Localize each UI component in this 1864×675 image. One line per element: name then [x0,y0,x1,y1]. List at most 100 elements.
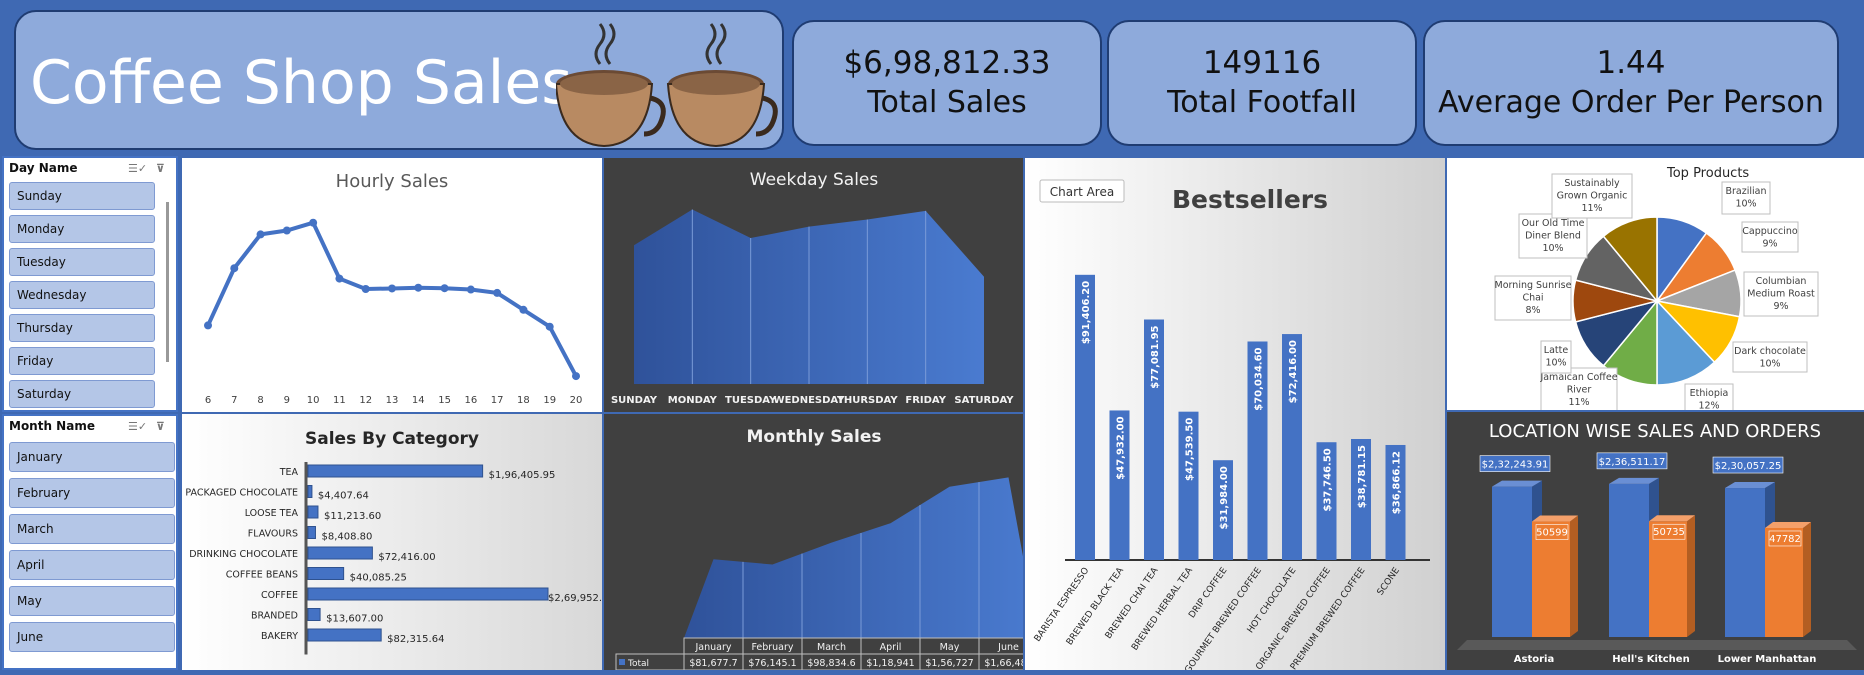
pie-data-label: 8% [1525,305,1540,316]
dashboard-title: Coffee Shop Sales [30,48,573,118]
data-point [230,264,239,273]
day-slicer-item-sunday[interactable]: Sunday [9,182,155,210]
day-slicer-item-thursday[interactable]: Thursday [9,314,155,342]
clear-filter-icon[interactable]: ⊽ [156,420,165,433]
x-tick-label: WEDNESDAY [774,395,846,406]
day-slicer-item-monday[interactable]: Monday [9,215,155,243]
data-label: $91,406.20 [1081,281,1092,344]
category-label: DRINKING CHOCOLATE [189,549,298,560]
data-point [572,372,580,381]
category-label: LOOSE TEA [245,508,299,519]
data-label: $47,932.00 [1116,416,1127,479]
pie-data-label: River [1567,385,1592,396]
kpi-value: 1.44 [1596,45,1666,81]
category-label: COFFEE BEANS [226,570,298,581]
orders-data-label: 47782 [1769,534,1801,545]
pie-data-label: Brazilian [1726,186,1767,197]
sales-data-label: $2,30,057.25 [1715,461,1782,472]
category-bar [307,526,316,539]
month-slicer-item-january[interactable]: January [9,442,175,472]
data-point [414,283,423,292]
area-series [684,477,1023,638]
day-slicer-item-saturday[interactable]: Saturday [9,380,155,408]
data-label: $31,984.00 [1219,466,1230,529]
pie-data-label: 11% [1581,203,1602,214]
pie-data-label: Chai [1522,293,1543,304]
kpi-value: 149116 [1202,45,1322,81]
pie-data-label: Diner Blend [1525,231,1581,242]
day-slicer-item-friday[interactable]: Friday [9,347,155,375]
data-label: $82,315.64 [387,634,444,645]
x-tick-label: Hell's Kitchen [1612,654,1689,665]
weekday-sales-chart[interactable]: Weekday Sales SUNDAY MONDAY TUESDAY WEDNESDA… [604,158,1023,412]
category-bar [307,505,319,519]
category-bar [307,546,373,560]
chart-title: Hourly Sales [336,171,449,192]
title-card: Coffee Shop Sales [14,10,784,150]
x-tick-label: 8 [257,395,263,406]
data-point [204,321,212,330]
multi-select-icon[interactable]: ☰✓ [128,162,147,175]
legend-key [619,659,625,665]
x-tick-label: SCONE [1376,566,1402,598]
slicer-scrollbar[interactable] [166,202,169,362]
category-bar [307,628,382,642]
x-tick-label: 6 [205,395,211,406]
pie-data-label: Sustainably [1564,178,1620,189]
month-label: April [880,642,902,653]
x-tick-label: 12 [359,395,372,406]
month-value: $1,66,485 [984,658,1023,669]
sales-data-label: $2,36,511.17 [1599,457,1666,468]
day-slicer-item-tuesday[interactable]: Tuesday [9,248,155,276]
kpi-value: $6,98,812.33 [843,45,1051,81]
month-slicer-item-april[interactable]: April [9,550,175,580]
sales-by-category-chart[interactable]: Sales By Category TEA $1,96,405.95 PACKAGED… [182,414,602,670]
pie-data-label: Latte [1544,345,1569,356]
coffee-cups-icon [556,23,778,148]
month-slicer-item-june[interactable]: June [9,622,175,652]
x-tick-label: 16 [464,395,477,406]
x-tick-label: 7 [231,395,237,406]
pie-data-label: 10% [1735,199,1756,210]
bestsellers-chart[interactable]: Chart Area Bestsellers $91,406.20 BARISTA E… [1025,158,1445,670]
monthly-sales-chart[interactable]: Monthly Sales Total January $81,677.7 Februa… [604,414,1023,670]
location-sales-chart[interactable]: LOCATION WISE SALES AND ORDERS $2,32,243.… [1447,412,1864,670]
x-tick-label: 10 [307,395,320,406]
pie-data-label: Grown Organic [1557,191,1628,202]
data-label: $47,539.50 [1185,418,1196,481]
x-tick-label: 17 [491,395,504,406]
pie-data-label: Dark chocolate [1734,346,1806,357]
pie-data-label: 9% [1773,301,1788,312]
month-slicer-item-february[interactable]: February [9,478,175,508]
month-value: $81,677.7 [689,658,737,669]
data-label: $72,416.00 [1288,340,1299,403]
clear-filter-icon[interactable]: ⊽ [156,162,165,175]
x-tick-label: FRIDAY [905,395,946,406]
hourly-sales-chart[interactable]: Hourly Sales 6 7 8 9 10 11 12 13 14 15 16 17 18 19 20 [182,158,602,412]
pie-data-label: Medium Roast [1747,289,1815,300]
multi-select-icon[interactable]: ☰✓ [128,420,147,433]
day-slicer-item-wednesday[interactable]: Wednesday [9,281,155,309]
orders-data-label: 50735 [1653,527,1685,538]
x-tick-label: 20 [570,395,583,406]
category-bar [307,608,321,621]
x-tick-label: SATURDAY [954,395,1014,406]
data-label: $70,034.60 [1254,347,1265,410]
month-slicer-item-may[interactable]: May [9,586,175,616]
chart-title: LOCATION WISE SALES AND ORDERS [1489,421,1821,442]
category-label: COFFEE [261,590,298,601]
x-tick-label: Astoria [1514,654,1554,665]
pie-data-label: 10% [1542,243,1563,254]
orders-bar-side [1803,521,1811,637]
day-slicer-header: Day Name ☰✓ ⊽ [4,158,176,180]
month-label: June [997,642,1019,653]
orders-bar-side [1687,515,1695,637]
kpi-label: Total Footfall [1167,85,1357,120]
kpi-label: Average Order Per Person [1438,85,1824,120]
top-products-chart[interactable]: Top Products Brazilian 10% Cappuccino 9% Colu… [1447,158,1864,410]
month-slicer-item-march[interactable]: March [9,514,175,544]
data-label: $40,085.25 [350,573,407,584]
orders-bar-top [1765,521,1811,528]
x-tick-label: PREMIUM BREWED COFFEE [1289,566,1368,670]
category-label: PACKAGED CHOCOLATE [185,488,298,499]
